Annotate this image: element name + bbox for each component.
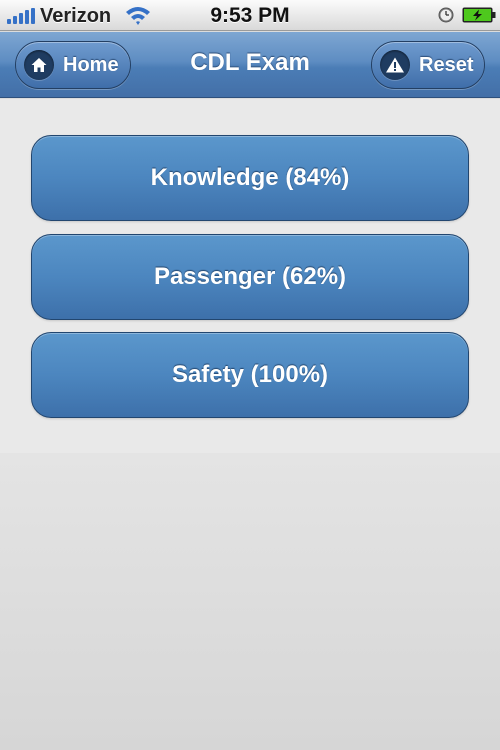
empty-background bbox=[0, 453, 500, 750]
quiz-button-safety[interactable]: Safety (100%) bbox=[31, 332, 469, 418]
reset-button[interactable]: Reset bbox=[371, 41, 485, 89]
navigation-bar: Home CDL Exam Reset bbox=[0, 32, 500, 98]
status-time: 9:53 PM bbox=[210, 4, 290, 27]
quiz-button-label: Passenger (62%) bbox=[153, 263, 347, 290]
quiz-button-label: Knowledge (84%) bbox=[150, 164, 350, 191]
clock-icon bbox=[438, 7, 454, 23]
quiz-button-label: Safety (100%) bbox=[171, 361, 329, 388]
quiz-button-knowledge[interactable]: Knowledge (84%) bbox=[31, 135, 469, 221]
reset-button-label: Reset bbox=[419, 53, 474, 76]
battery-charging-icon bbox=[462, 7, 496, 23]
quiz-list: Knowledge (84%) Passenger (62%) Safety (… bbox=[0, 99, 500, 453]
quiz-button-passenger[interactable]: Passenger (62%) bbox=[31, 234, 469, 320]
status-bar: Verizon 9:53 PM bbox=[0, 0, 500, 31]
warning-icon bbox=[380, 50, 410, 80]
